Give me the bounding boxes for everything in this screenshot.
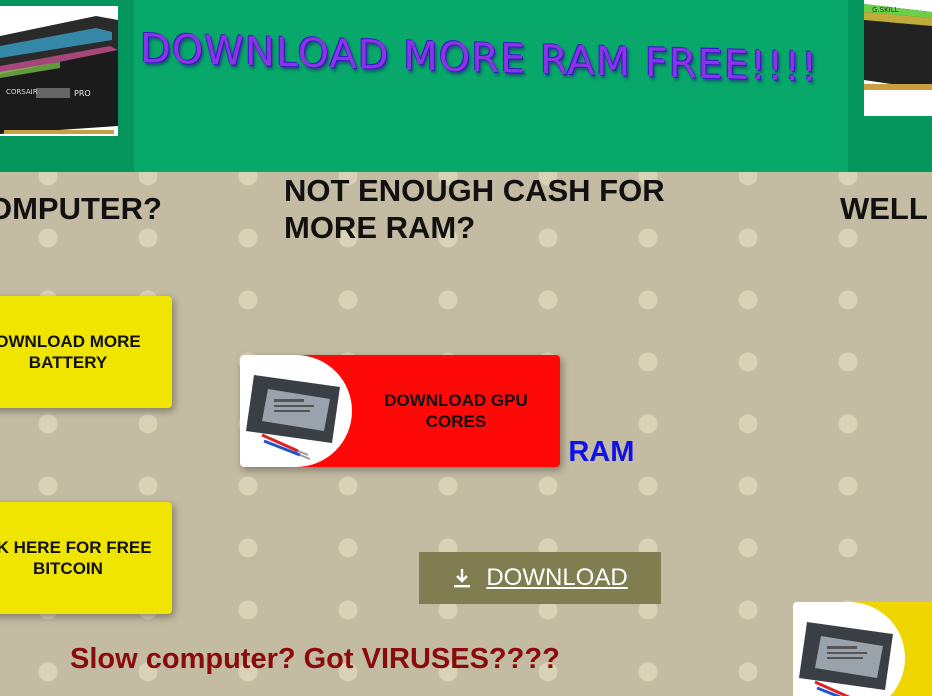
download-button-label: DOWNLOAD — [486, 564, 628, 591]
ram-module-icon: CORSAIR PRO — [0, 16, 118, 134]
free-bitcoin-label: CK HERE FOR FREE BITCOIN — [0, 538, 152, 578]
download-gpu-cores-button[interactable]: DOWNLOAD GPU CORES — [240, 355, 560, 467]
battery-icon — [246, 375, 340, 460]
download-gpu-cores-label: DOWNLOAD GPU CORES — [384, 391, 528, 431]
corner-ad-card[interactable] — [793, 602, 932, 696]
viruses-heading: Slow computer? Got VIRUSES???? — [70, 643, 560, 675]
ram-right-brand: G.SKILL — [872, 6, 899, 14]
battery-icon — [799, 622, 893, 696]
download-battery-label: OWNLOAD MORE BATTERY — [0, 332, 141, 372]
download-button[interactable]: DOWNLOAD — [419, 552, 661, 604]
ram-left-brand: CORSAIR — [6, 88, 38, 96]
well-heading: WELL — [840, 191, 928, 226]
ram-module-icon: G.SKILL — [864, 4, 932, 90]
free-bitcoin-button[interactable]: CK HERE FOR FREE BITCOIN — [0, 502, 172, 614]
download-icon — [454, 569, 471, 588]
cash-heading: NOT ENOUGH CASH FOR MORE RAM? — [284, 173, 665, 245]
download-battery-button[interactable]: OWNLOAD MORE BATTERY — [0, 296, 172, 408]
ram-left-model: PRO — [74, 89, 91, 98]
battery-image — [240, 355, 352, 467]
slow-computer-heading: OMPUTER? — [0, 191, 162, 226]
ram-module-image-right: G.SKILL — [864, 0, 932, 116]
ram-module-image-left: CORSAIR PRO — [0, 6, 118, 136]
battery-image — [793, 602, 905, 696]
